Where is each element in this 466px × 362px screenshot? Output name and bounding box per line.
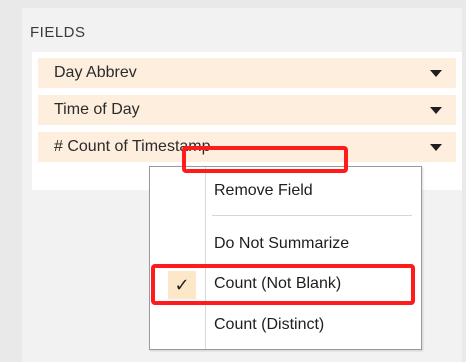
menu-item-count-distinct[interactable]: Count (Distinct) <box>150 308 421 342</box>
menu-item-label: Count (Distinct) <box>214 316 325 333</box>
field-day-abbrev[interactable]: Day Abbrev <box>38 58 456 88</box>
context-menu: Remove Field Do Not Summarize ✓ Count (N… <box>149 166 422 350</box>
menu-item-label: Do Not Summarize <box>214 235 350 252</box>
menu-item-do-not-summarize[interactable]: Do Not Summarize <box>150 227 421 261</box>
highlight-box-field-name <box>182 146 348 173</box>
field-label: Time of Day <box>54 101 140 118</box>
menu-item-remove-field[interactable]: Remove Field <box>150 174 421 208</box>
section-title: FIELDS <box>30 24 86 41</box>
chevron-down-icon[interactable] <box>430 144 442 151</box>
menu-separator <box>212 215 412 216</box>
chevron-down-icon[interactable] <box>430 107 442 114</box>
menu-item-label: Remove Field <box>214 182 313 199</box>
highlight-box-count-option <box>151 264 415 305</box>
chevron-down-icon[interactable] <box>430 70 442 77</box>
field-time-of-day[interactable]: Time of Day <box>38 95 456 125</box>
field-label: Day Abbrev <box>54 64 137 81</box>
